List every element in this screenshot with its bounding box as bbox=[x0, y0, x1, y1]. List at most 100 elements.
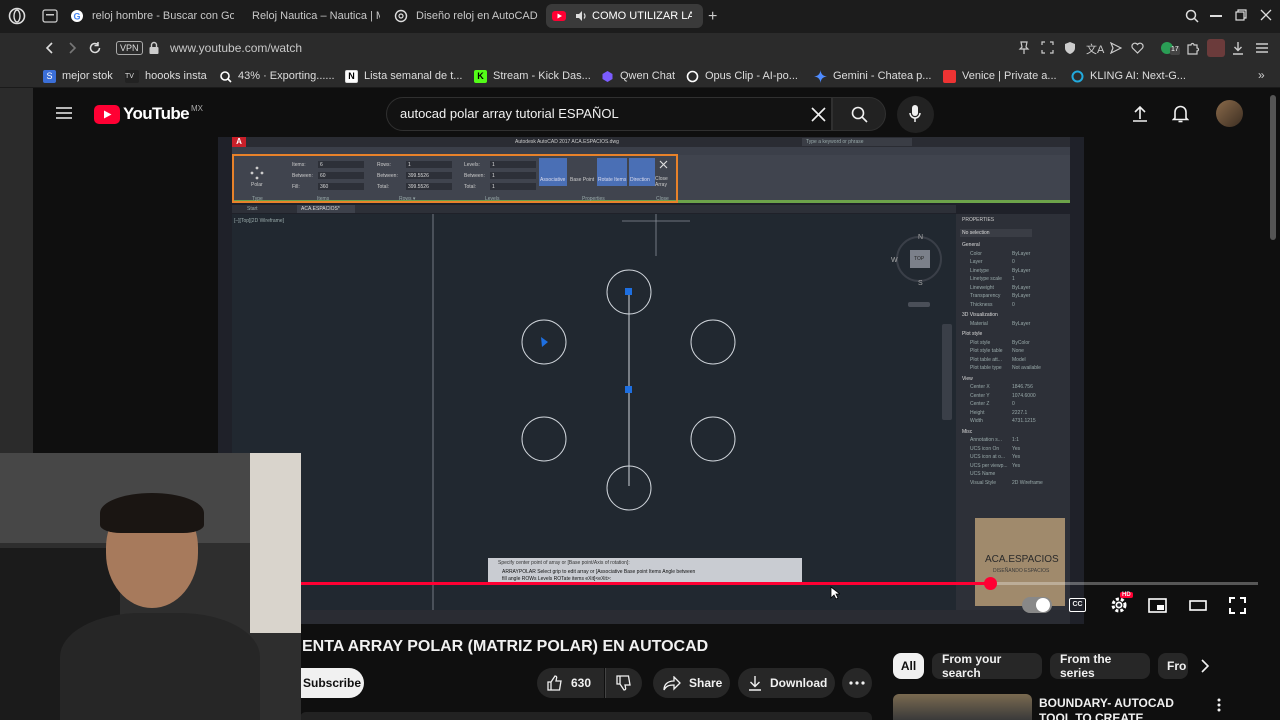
view-cube-compass[interactable]: N S W TOP bbox=[891, 234, 942, 287]
chip-all[interactable]: All bbox=[893, 653, 924, 679]
url-text[interactable]: www.youtube.com/watch bbox=[170, 41, 302, 55]
view-cube-top[interactable]: TOP bbox=[910, 250, 930, 268]
selection-dropdown[interactable]: No selection bbox=[960, 229, 1032, 237]
rows-input[interactable]: 1 bbox=[406, 161, 452, 168]
share-button[interactable]: Share bbox=[653, 668, 730, 698]
speaker-icon[interactable] bbox=[574, 9, 588, 23]
direction-button[interactable]: Direction bbox=[629, 158, 655, 186]
more-actions-button[interactable] bbox=[842, 668, 872, 698]
bookmark-item[interactable]: N Lista semanal de t... bbox=[345, 68, 462, 84]
property-value[interactable]: ByLayer bbox=[1012, 285, 1030, 291]
bookmark-item[interactable]: 43% · Exporting...... bbox=[219, 68, 335, 84]
miniplayer-icon[interactable] bbox=[1148, 598, 1167, 613]
profile-avatar[interactable] bbox=[1207, 39, 1225, 57]
dislike-button[interactable] bbox=[605, 668, 642, 698]
bookmark-item[interactable]: K Stream - Kick Das... bbox=[474, 68, 591, 84]
tab-google-search[interactable]: G reloj hombre - Buscar con Google bbox=[64, 4, 234, 28]
bookmark-item[interactable]: KLING AI: Next-G... bbox=[1071, 68, 1186, 84]
property-value[interactable]: Yes bbox=[1012, 446, 1020, 452]
maximize-window-button[interactable] bbox=[1235, 9, 1247, 21]
description-box-peek[interactable] bbox=[300, 712, 872, 720]
captions-icon[interactable]: CC bbox=[1069, 598, 1086, 612]
clear-search-icon[interactable] bbox=[811, 107, 826, 122]
close-array-icon[interactable] bbox=[659, 160, 668, 169]
search-button[interactable] bbox=[832, 97, 886, 131]
hamburger-menu-icon[interactable] bbox=[56, 106, 72, 120]
property-value[interactable]: 1:1 bbox=[1012, 437, 1019, 443]
tab-youtube-active[interactable]: COMO UTILIZAR LA HERRAMIENTA bbox=[546, 4, 703, 28]
translate-icon[interactable]: 文A bbox=[1086, 41, 1104, 57]
property-value[interactable]: 1846.756 bbox=[1012, 384, 1033, 390]
pin-icon[interactable] bbox=[1018, 41, 1030, 55]
grip-square[interactable] bbox=[625, 386, 632, 393]
rotate-items-button[interactable]: Rotate Items bbox=[597, 158, 627, 186]
property-value[interactable]: 4731.1215 bbox=[1012, 418, 1036, 424]
back-arrow-icon[interactable] bbox=[44, 41, 56, 55]
download-icon[interactable] bbox=[1232, 41, 1244, 55]
voice-search-button[interactable] bbox=[897, 96, 934, 133]
property-value[interactable]: 0 bbox=[1012, 401, 1015, 407]
reload-icon[interactable] bbox=[88, 41, 102, 55]
bookmark-item[interactable]: TV hoooks insta bbox=[125, 68, 207, 84]
property-value[interactable]: ByLayer bbox=[1012, 251, 1030, 257]
property-value[interactable]: Yes bbox=[1012, 454, 1020, 460]
chip-from-your-search[interactable]: From your search bbox=[932, 652, 1042, 680]
settings-gear-icon[interactable]: HD bbox=[1110, 592, 1133, 614]
theater-mode-icon[interactable] bbox=[1189, 600, 1207, 611]
properties-section-header[interactable]: View bbox=[962, 376, 973, 382]
video-player[interactable]: A Autodesk AutoCAD 2017 ACA.ESPACIOS.dwg… bbox=[218, 137, 1084, 624]
page-scrollbar[interactable] bbox=[1270, 95, 1276, 240]
grip-square[interactable] bbox=[625, 288, 632, 295]
recommended-title[interactable]: BOUNDARY- AUTOCAD TOOL TO CREATE AUTOMAT… bbox=[1039, 696, 1209, 720]
tab-manager-icon[interactable] bbox=[42, 9, 58, 23]
menu-lines-icon[interactable] bbox=[1255, 41, 1269, 55]
property-value[interactable]: Yes bbox=[1012, 463, 1020, 469]
bookmark-item[interactable]: Smejor stok bbox=[43, 68, 113, 84]
notifications-bell-icon[interactable] bbox=[1172, 104, 1189, 123]
new-tab-button[interactable]: + bbox=[708, 8, 717, 26]
properties-section-header[interactable]: Plot style bbox=[962, 331, 982, 337]
tab-nautica[interactable]: Reloj Nautica – Nautica | México bbox=[240, 4, 380, 28]
youtube-logo[interactable]: YouTube MX bbox=[94, 104, 203, 124]
fullscreen-icon[interactable] bbox=[1229, 597, 1246, 614]
property-value[interactable]: ByLayer bbox=[1012, 321, 1030, 327]
property-value[interactable]: 1074.6000 bbox=[1012, 393, 1036, 399]
property-value[interactable]: Not available bbox=[1012, 365, 1041, 371]
more-vertical-icon[interactable] bbox=[1217, 698, 1221, 712]
snapshot-icon[interactable] bbox=[1041, 41, 1054, 54]
opera-logo-icon[interactable] bbox=[8, 7, 26, 25]
search-input[interactable]: autocad polar array tutorial ESPAÑOL bbox=[400, 106, 619, 121]
between-input[interactable]: 60 bbox=[318, 172, 364, 179]
search-bar[interactable]: autocad polar array tutorial ESPAÑOL bbox=[386, 97, 832, 131]
extension-badge-icon[interactable]: 17 bbox=[1160, 40, 1180, 56]
rows-between-input[interactable]: 399.5526 bbox=[406, 172, 452, 179]
send-icon[interactable] bbox=[1110, 42, 1122, 54]
drawing-canvas[interactable]: [–][Top][2D Wireframe] N S W TOP bbox=[232, 214, 956, 610]
autocad-search-box[interactable]: Type a keyword or phrase bbox=[802, 138, 912, 146]
shield-icon[interactable] bbox=[1064, 41, 1076, 55]
like-button[interactable]: 630 bbox=[537, 668, 604, 698]
download-button[interactable]: Download bbox=[738, 668, 835, 698]
property-value[interactable]: 2227.1 bbox=[1012, 410, 1027, 416]
properties-section-header[interactable]: 3D Visualization bbox=[962, 312, 998, 318]
property-value[interactable]: Model bbox=[1012, 357, 1026, 363]
forward-arrow-icon[interactable] bbox=[66, 41, 78, 55]
items-input[interactable]: 6 bbox=[318, 161, 364, 168]
file-tab-active[interactable]: ACA.ESPACIOS* bbox=[297, 205, 355, 213]
autoplay-toggle[interactable] bbox=[1022, 597, 1052, 613]
property-value[interactable]: 1 bbox=[1012, 276, 1015, 282]
upload-icon[interactable] bbox=[1132, 105, 1148, 122]
property-value[interactable]: ByColor bbox=[1012, 340, 1030, 346]
bookmark-item[interactable]: Qwen Chat bbox=[601, 68, 675, 84]
vpn-badge[interactable]: VPN bbox=[116, 41, 143, 55]
properties-section-header[interactable]: Misc bbox=[962, 429, 972, 435]
grip-triangle[interactable] bbox=[541, 337, 548, 347]
associative-button[interactable]: Associative bbox=[539, 158, 567, 186]
property-value[interactable]: ByLayer bbox=[1012, 293, 1030, 299]
levels-input[interactable]: 1 bbox=[490, 161, 536, 168]
video-scrubber-handle[interactable] bbox=[983, 577, 997, 590]
close-window-button[interactable] bbox=[1260, 9, 1272, 21]
subscribe-button[interactable]: Subscribe bbox=[300, 668, 364, 698]
properties-section-header[interactable]: General bbox=[962, 242, 980, 248]
more-bookmarks-icon[interactable]: » bbox=[1258, 68, 1265, 82]
